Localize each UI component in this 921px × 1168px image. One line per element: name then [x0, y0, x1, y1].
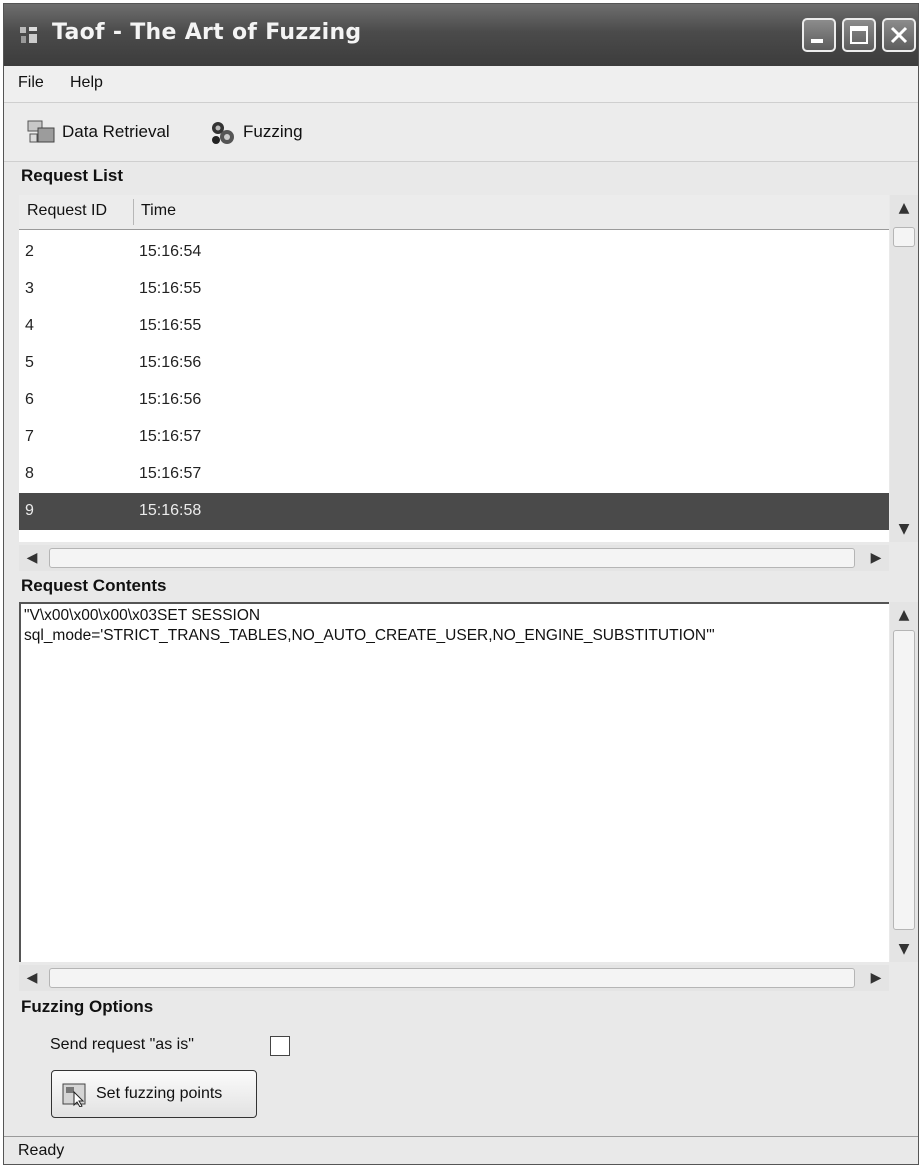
time-cell: 15:16:57: [139, 428, 202, 445]
scroll-left-icon[interactable]: ◀: [19, 545, 45, 571]
send-as-is-label: Send request "as is": [50, 1036, 194, 1053]
fuzzing-button[interactable]: Fuzzing: [207, 117, 303, 147]
request-contents-heading: Request Contents: [21, 576, 167, 595]
scroll-thumb[interactable]: [49, 548, 855, 568]
maximize-icon: [850, 26, 868, 44]
time-cell: 15:16:55: [139, 280, 202, 297]
minimize-icon: [811, 39, 823, 43]
time-cell: 15:16:56: [139, 391, 202, 408]
table-row[interactable]: 5 15:16:56: [19, 345, 889, 382]
status-bar: Ready: [4, 1136, 918, 1164]
request-contents-editor[interactable]: "V\x00\x00\x00\x03SET SESSION sql_mode='…: [19, 602, 889, 962]
table-row[interactable]: 3 15:16:55: [19, 271, 889, 308]
time-cell: 15:16:54: [139, 243, 202, 260]
status-text: Ready: [18, 1142, 65, 1159]
data-retrieval-icon: [27, 120, 55, 143]
scroll-up-icon[interactable]: ▲: [891, 195, 917, 221]
contents-vscrollbar[interactable]: ▲ ▼: [890, 602, 918, 962]
toolbar: Data Retrieval Fuzzing: [4, 103, 918, 162]
app-window: Taof - The Art of Fuzzing File Help Data…: [3, 3, 919, 1165]
set-fuzzing-points-label: Set fuzzing points: [96, 1085, 223, 1102]
request-list-hscrollbar[interactable]: ◀ ▶: [19, 545, 889, 571]
column-time[interactable]: Time: [141, 202, 176, 220]
menu-file[interactable]: File: [18, 74, 44, 92]
request-id-cell: 9: [25, 502, 34, 519]
request-list-header: Request ID Time: [19, 195, 889, 231]
fuzzing-label: Fuzzing: [243, 122, 303, 141]
table-row[interactable]: 8 15:16:57: [19, 456, 889, 493]
menu-bar: File Help: [4, 66, 918, 103]
table-row[interactable]: 9 15:16:58: [19, 493, 889, 530]
fuzzing-options-heading: Fuzzing Options: [21, 997, 154, 1016]
request-list-heading: Request List: [21, 166, 124, 185]
data-retrieval-button[interactable]: Data Retrieval: [26, 117, 170, 147]
request-id-cell: 2: [25, 243, 34, 260]
data-retrieval-label: Data Retrieval: [62, 122, 170, 141]
request-list: 2 15:16:54 3 15:16:55 4 15:16:55 5 15:16:56 6 15:…: [19, 230, 889, 542]
set-fuzzing-points-button[interactable]: Set fuzzing points: [51, 1070, 257, 1118]
scroll-right-icon[interactable]: ▶: [863, 965, 889, 991]
request-list-vscrollbar[interactable]: ▲ ▼: [890, 195, 918, 542]
scroll-down-icon[interactable]: ▼: [891, 936, 917, 962]
column-request-id[interactable]: Request ID: [27, 202, 107, 220]
request-contents-text[interactable]: "V\x00\x00\x00\x03SET SESSION sql_mode='…: [24, 606, 884, 646]
scroll-up-icon[interactable]: ▲: [891, 602, 917, 628]
window-title: Taof - The Art of Fuzzing: [52, 20, 362, 45]
app-icon: [20, 27, 37, 43]
contents-hscrollbar[interactable]: ◀ ▶: [19, 965, 889, 991]
scroll-right-icon[interactable]: ▶: [863, 545, 889, 571]
table-row[interactable]: 7 15:16:57: [19, 419, 889, 456]
request-id-cell: 3: [25, 280, 34, 297]
time-cell: 15:16:58: [139, 502, 202, 519]
scroll-thumb[interactable]: [893, 630, 915, 930]
time-cell: 15:16:57: [139, 465, 202, 482]
maximize-button[interactable]: [842, 18, 876, 52]
close-icon: [890, 26, 908, 44]
time-cell: 15:16:56: [139, 354, 202, 371]
close-button[interactable]: [882, 18, 916, 52]
time-cell: 15:16:55: [139, 317, 202, 334]
menu-help[interactable]: Help: [70, 74, 103, 92]
request-id-cell: 7: [25, 428, 34, 445]
send-as-is-checkbox[interactable]: [270, 1036, 290, 1056]
request-id-cell: 6: [25, 391, 34, 408]
column-divider[interactable]: [133, 199, 134, 225]
scroll-thumb[interactable]: [893, 227, 915, 247]
table-row[interactable]: 6 15:16:56: [19, 382, 889, 419]
request-id-cell: 8: [25, 465, 34, 482]
scroll-left-icon[interactable]: ◀: [19, 965, 45, 991]
table-row[interactable]: 2 15:16:54: [19, 234, 889, 271]
request-id-cell: 4: [25, 317, 34, 334]
minimize-button[interactable]: [802, 18, 836, 52]
request-id-cell: 5: [25, 354, 34, 371]
title-bar[interactable]: Taof - The Art of Fuzzing: [4, 4, 918, 66]
table-row[interactable]: 4 15:16:55: [19, 308, 889, 345]
scroll-thumb[interactable]: [49, 968, 855, 988]
scroll-down-icon[interactable]: ▼: [891, 516, 917, 542]
fuzzing-points-icon: [62, 1083, 86, 1107]
fuzzing-icon: [212, 122, 234, 144]
